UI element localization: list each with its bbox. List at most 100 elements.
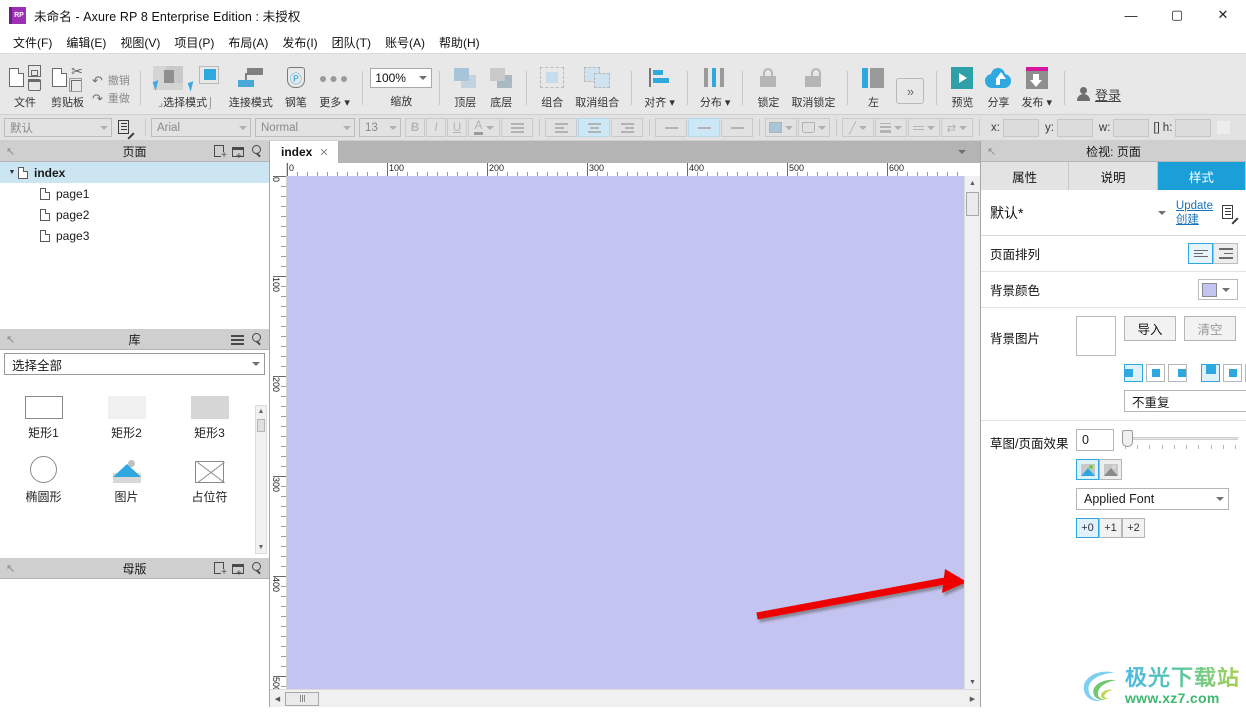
align-center-button[interactable] — [578, 118, 610, 137]
valign-middle-button[interactable] — [688, 118, 720, 137]
style-edit-icon[interactable] — [1222, 204, 1239, 225]
font-weight-select[interactable]: Normal — [255, 118, 355, 137]
create-style-link[interactable]: 创建 — [1176, 213, 1213, 227]
ungroup-button[interactable]: 取消组合 — [570, 59, 624, 110]
menu-edit[interactable]: 编辑(E) — [59, 32, 113, 53]
distribute-button[interactable]: 分布 ▾ — [695, 59, 736, 110]
bullet-list-button[interactable] — [501, 118, 533, 137]
login-button[interactable]: 登录 — [1072, 65, 1126, 104]
font-size-step-2-button[interactable]: +2 — [1122, 518, 1145, 538]
update-style-link[interactable]: Update — [1176, 199, 1213, 213]
page-tree-item-page1[interactable]: page1 — [0, 183, 269, 204]
design-canvas[interactable] — [287, 176, 964, 689]
zoom-control[interactable]: 100% 缩放 — [370, 60, 433, 109]
menu-publish[interactable]: 发布(I) — [275, 32, 324, 53]
menu-file[interactable]: 文件(F) — [6, 32, 59, 53]
menu-layout[interactable]: 布局(A) — [221, 32, 275, 53]
clipboard-toolbar-button[interactable]: ✂ 剪贴板 — [46, 59, 89, 110]
undo-button[interactable]: ↶ 撤销 — [89, 71, 133, 89]
zoom-select[interactable]: 100% — [370, 67, 433, 88]
gray-image-button[interactable] — [1099, 459, 1122, 480]
scrollbar-thumb[interactable] — [285, 691, 319, 706]
library-item-placeholder[interactable]: 占位符 — [168, 441, 251, 505]
scroll-down-icon[interactable]: ▼ — [965, 675, 980, 689]
close-button[interactable]: ✕ — [1200, 0, 1246, 31]
font-size-step-0-button[interactable]: +0 — [1076, 518, 1099, 538]
import-image-button[interactable]: 导入 — [1124, 316, 1176, 341]
edit-style-icon[interactable] — [118, 119, 135, 140]
select-mode-button[interactable]: ⌟选择模式⌡ — [148, 59, 224, 110]
fill-color-button[interactable] — [765, 118, 797, 137]
line-width-button[interactable] — [875, 118, 907, 137]
preview-button[interactable]: 预览 — [944, 59, 980, 110]
widget-style-select[interactable]: 默认 — [4, 118, 112, 137]
w-input[interactable] — [1113, 118, 1150, 137]
share-button[interactable]: 分享 — [980, 59, 1016, 110]
line-style-button[interactable] — [908, 118, 940, 137]
sketch-slider[interactable] — [1122, 429, 1238, 451]
bg-align-center-button[interactable] — [1146, 364, 1165, 382]
scroll-down-icon[interactable]: ▼ — [256, 542, 266, 553]
library-item-rect1[interactable]: 矩形1 — [2, 377, 85, 441]
arrow-style-button[interactable]: ⇄ — [941, 118, 973, 137]
font-family-select[interactable]: Arial — [151, 118, 251, 137]
text-color-button[interactable]: A — [468, 118, 500, 137]
bg-valign-middle-button[interactable] — [1223, 364, 1242, 382]
page-tree-item-page3[interactable]: page3 — [0, 225, 269, 246]
horizontal-ruler[interactable]: 0 100 200 300 400 500 600 — [287, 163, 964, 176]
publish-button[interactable]: 发布 ▾ — [1016, 59, 1057, 110]
lock-ratio-icon[interactable]: [] — [1153, 122, 1159, 134]
library-filter-select[interactable]: 选择全部 — [4, 353, 265, 375]
align-right-button[interactable] — [611, 118, 643, 137]
valign-top-button[interactable] — [655, 118, 687, 137]
applied-font-select[interactable]: Applied Font — [1076, 488, 1229, 510]
library-item-rect3[interactable]: 矩形3 — [168, 377, 251, 441]
clear-image-button[interactable]: 清空 — [1184, 316, 1236, 341]
sketch-value-input[interactable]: 0 — [1076, 429, 1114, 451]
color-image-button[interactable] — [1076, 459, 1099, 480]
search-icon[interactable] — [252, 145, 261, 154]
redo-button[interactable]: ↷ 重做 — [89, 89, 133, 107]
tab-properties[interactable]: 属性 — [981, 162, 1070, 190]
toolbar-overflow-button[interactable]: » — [891, 64, 929, 104]
chevron-down-icon[interactable] — [1157, 210, 1166, 215]
bg-valign-top-button[interactable] — [1201, 364, 1220, 382]
page-tree-item-page2[interactable]: page2 — [0, 204, 269, 225]
scrollbar-thumb[interactable] — [257, 419, 265, 432]
background-image-preview[interactable] — [1076, 316, 1116, 356]
scroll-up-icon[interactable]: ▲ — [965, 176, 980, 190]
expander-icon[interactable]: ▼ — [6, 169, 18, 176]
send-to-back-button[interactable]: 底层 — [483, 59, 519, 110]
menu-help[interactable]: 帮助(H) — [432, 32, 487, 53]
align-button[interactable]: 对齐 ▾ — [639, 59, 680, 110]
x-input[interactable] — [1002, 118, 1039, 137]
minimize-button[interactable]: — — [1108, 0, 1154, 31]
add-page-icon[interactable] — [214, 145, 227, 160]
add-folder-icon[interactable] — [232, 147, 244, 161]
shadow-button[interactable] — [798, 118, 830, 137]
connect-mode-button[interactable]: 连接模式 — [224, 59, 278, 110]
pen-tool-button[interactable]: 钢笔 — [278, 59, 314, 110]
tab-style[interactable]: 样式 — [1157, 162, 1246, 190]
menu-team[interactable]: 团队(T) — [325, 32, 378, 53]
align-left-button[interactable] — [545, 118, 577, 137]
bold-button[interactable]: B — [405, 118, 425, 137]
canvas-horizontal-scrollbar[interactable]: ◀ ▶ — [270, 689, 980, 707]
italic-button[interactable]: I — [426, 118, 446, 137]
masters-tree[interactable] — [0, 579, 269, 707]
tab-list-dropdown[interactable] — [958, 141, 980, 163]
font-size-select[interactable]: 13 — [359, 118, 401, 137]
background-color-picker[interactable] — [1198, 279, 1238, 300]
library-item-rect2[interactable]: 矩形2 — [85, 377, 168, 441]
valign-bottom-button[interactable] — [721, 118, 753, 137]
menu-project[interactable]: 项目(P) — [167, 32, 221, 53]
file-toolbar-button[interactable]: 文件 — [4, 59, 46, 110]
add-master-icon[interactable] — [214, 562, 227, 577]
page-tree-item-index[interactable]: ▼ index — [0, 162, 269, 183]
menu-view[interactable]: 视图(V) — [113, 32, 167, 53]
library-item-ellipse[interactable]: 椭圆形 — [2, 441, 85, 505]
bg-align-right-button[interactable] — [1168, 364, 1187, 382]
vertical-ruler[interactable]: 0 100 200 300 400 500 — [270, 176, 287, 689]
scroll-left-icon[interactable]: ◀ — [270, 695, 285, 703]
underline-button[interactable]: U — [447, 118, 467, 137]
